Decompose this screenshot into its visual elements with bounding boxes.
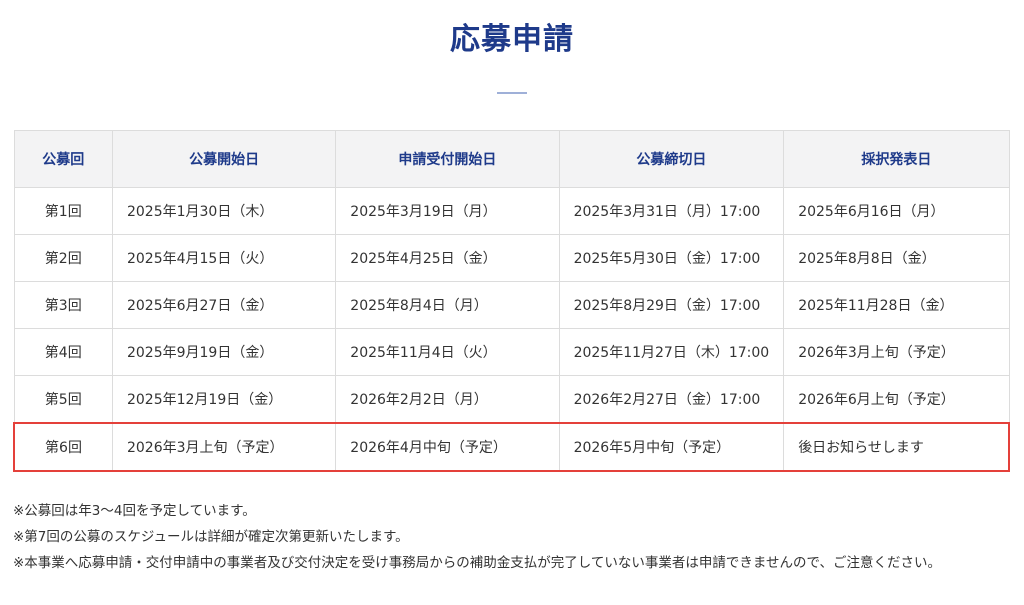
header-application-start: 申請受付開始日 [335,130,560,188]
deadline-cell: 2025年5月30日（金）17:00 [558,234,785,282]
announcement-cell: 2026年3月上旬（予定） [783,328,1010,376]
start-date-cell: 2025年1月30日（木） [111,187,337,235]
round-cell: 第2回 [13,234,113,282]
note-item: ※第7回の公募のスケジュールは詳細が確定次第更新いたします。 [13,529,409,545]
deadline-cell: 2025年11月27日（木）17:00 [558,328,785,376]
table-row: 第1回 2025年1月30日（木） 2025年3月19日（月） 2025年3月3… [13,187,1010,235]
application-start-cell: 2026年4月中旬（予定） [335,422,560,472]
round-cell: 第5回 [13,375,113,424]
round-cell: 第3回 [13,281,113,329]
deadline-cell: 2025年3月31日（月）17:00 [558,187,785,235]
table-row: 第2回 2025年4月15日（火） 2025年4月25日（金） 2025年5月3… [13,234,1010,282]
round-cell: 第6回 [12,422,113,472]
title-divider [497,92,527,94]
announcement-cell: 2026年6月上旬（予定） [783,375,1010,424]
announcement-cell: 2025年8月8日（金） [783,234,1010,282]
application-start-cell: 2025年8月4日（月） [335,281,560,329]
deadline-cell: 2026年2月27日（金）17:00 [558,375,785,424]
header-deadline: 公募締切日 [558,130,785,188]
note-item: ※本事業へ応募申請・交付申請中の事業者及び交付決定を受け事務局からの補助金支払が… [13,555,941,571]
page: 応募申請 公募回 公募開始日 申請受付開始日 公募締切日 採択発表日 第1回 2… [0,0,1024,605]
table-header-row: 公募回 公募開始日 申請受付開始日 公募締切日 採択発表日 [13,130,1010,188]
start-date-cell: 2025年9月19日（金） [111,328,337,376]
table-row: 第4回 2025年9月19日（金） 2025年11月4日（火） 2025年11月… [13,328,1010,376]
application-start-cell: 2025年3月19日（月） [335,187,560,235]
header-announcement: 採択発表日 [783,130,1010,188]
application-start-cell: 2025年4月25日（金） [335,234,560,282]
table-row: 第5回 2025年12月19日（金） 2026年2月2日（月） 2026年2月2… [13,375,1010,424]
deadline-cell: 2026年5月中旬（予定） [558,422,785,472]
start-date-cell: 2025年6月27日（金） [111,281,337,329]
schedule-table: 公募回 公募開始日 申請受付開始日 公募締切日 採択発表日 第1回 2025年1… [12,130,1011,472]
announcement-cell: 2025年11月28日（金） [783,281,1010,329]
announcement-cell: 後日お知らせします [783,422,1011,472]
application-start-cell: 2026年2月2日（月） [335,375,560,424]
announcement-cell: 2025年6月16日（月） [783,187,1010,235]
page-title: 応募申請 [450,22,574,57]
header-round: 公募回 [13,130,113,188]
start-date-cell: 2025年4月15日（火） [111,234,337,282]
table-row-highlighted: 第6回 2026年3月上旬（予定） 2026年4月中旬（予定） 2026年5月中… [12,422,1011,472]
header-start-date: 公募開始日 [111,130,337,188]
table-row: 第3回 2025年6月27日（金） 2025年8月4日（月） 2025年8月29… [13,281,1010,329]
round-cell: 第1回 [13,187,113,235]
application-start-cell: 2025年11月4日（火） [335,328,560,376]
start-date-cell: 2025年12月19日（金） [111,375,337,424]
deadline-cell: 2025年8月29日（金）17:00 [558,281,785,329]
note-item: ※公募回は年3〜4回を予定しています。 [13,503,256,519]
start-date-cell: 2026年3月上旬（予定） [111,422,337,472]
notes: ※公募回は年3〜4回を予定しています。 ※第7回の公募のスケジュールは詳細が確定… [13,498,1010,576]
round-cell: 第4回 [13,328,113,376]
